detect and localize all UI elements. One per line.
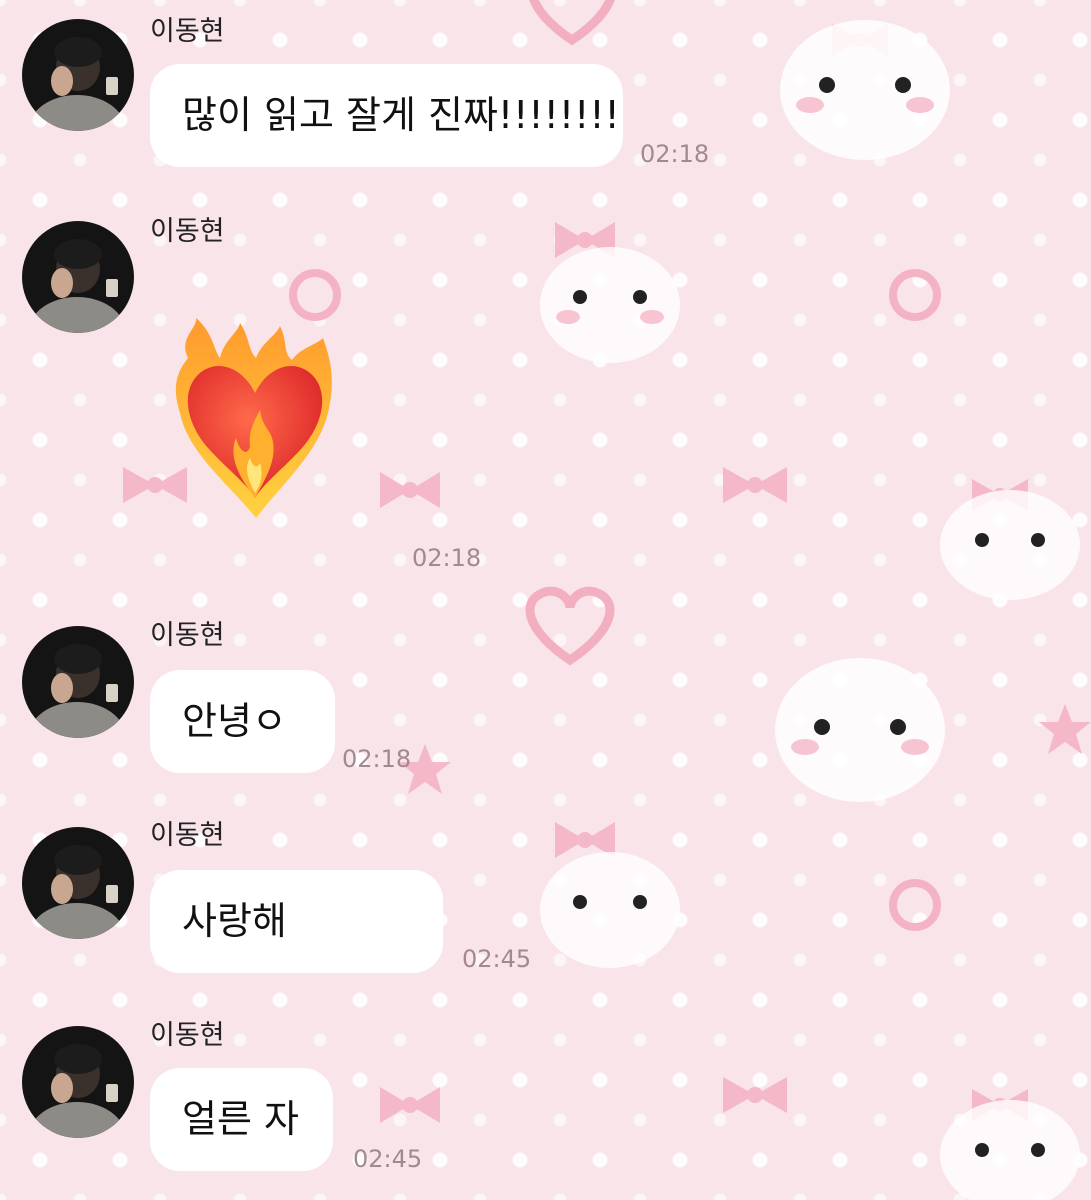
avatar[interactable] xyxy=(22,626,134,738)
message-timestamp: 02:18 xyxy=(640,140,710,168)
message-timestamp: 02:18 xyxy=(342,745,412,773)
message-timestamp: 02:18 xyxy=(412,544,482,572)
sender-name: 이동현 xyxy=(150,16,225,47)
message-bubble[interactable]: 안녕ㅇ xyxy=(150,670,335,773)
avatar[interactable] xyxy=(22,221,134,333)
chat-thread: 이동현 많이 읽고 잘게 진짜!!!!!!!! 02:18 이동현 02:18 … xyxy=(0,0,1091,1200)
sender-name: 이동현 xyxy=(150,216,225,247)
sender-name: 이동현 xyxy=(150,1020,225,1051)
avatar[interactable] xyxy=(22,1026,134,1138)
message-timestamp: 02:45 xyxy=(462,945,532,973)
message-bubble[interactable]: 사랑해 xyxy=(150,870,443,973)
message-timestamp: 02:45 xyxy=(353,1145,423,1173)
sender-name: 이동현 xyxy=(150,820,225,851)
avatar[interactable] xyxy=(22,19,134,131)
heart-on-fire-icon[interactable] xyxy=(158,318,353,527)
avatar[interactable] xyxy=(22,827,134,939)
message-bubble[interactable]: 얼른 자 xyxy=(150,1068,333,1171)
message-bubble[interactable]: 많이 읽고 잘게 진짜!!!!!!!! xyxy=(150,64,623,167)
sender-name: 이동현 xyxy=(150,620,225,651)
